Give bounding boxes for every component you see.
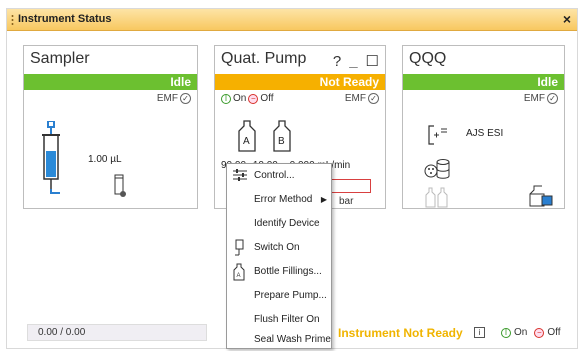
syringe-icon bbox=[42, 121, 60, 194]
instrument-off-icon[interactable]: − bbox=[534, 327, 545, 338]
sampler-emf: EMF ✓ bbox=[157, 93, 191, 104]
menu-item-label: Error Method bbox=[254, 194, 313, 205]
help-button[interactable]: ? bbox=[333, 53, 341, 70]
qqq-panel[interactable]: QQQ Idle EMF ✓ AJS ESI bbox=[402, 45, 565, 209]
qqq-title: QQQ bbox=[409, 50, 447, 67]
footer-on-label: On bbox=[514, 327, 528, 338]
pump-window-controls: ? _ ☐ bbox=[333, 52, 379, 71]
window-titlebar[interactable]: Instrument Status × bbox=[7, 9, 577, 31]
footer-onoff: I On − Off bbox=[501, 327, 561, 338]
menu-item-label: Prepare Pump... bbox=[254, 290, 327, 301]
instrument-on-icon[interactable]: I bbox=[501, 327, 511, 338]
qqq-status-bar: Idle bbox=[403, 74, 564, 90]
menu-item-prepare-pump[interactable]: Prepare Pump... bbox=[227, 284, 331, 308]
waste-container-icon bbox=[529, 185, 553, 207]
sampler-volume: 1.00 µL bbox=[88, 154, 122, 165]
check-circle-icon: ✓ bbox=[547, 93, 558, 104]
qqq-emf: EMF ✓ bbox=[524, 93, 558, 104]
drag-grip-icon[interactable] bbox=[11, 14, 14, 26]
pump-off-label: Off bbox=[260, 93, 274, 104]
vial-icon bbox=[114, 174, 126, 197]
svg-text:A: A bbox=[237, 273, 241, 279]
instrument-status-text: Instrument Not Ready bbox=[338, 326, 463, 340]
window-title: Instrument Status bbox=[18, 13, 112, 25]
menu-item-switch-on[interactable]: Switch On bbox=[227, 236, 331, 260]
bottle-b-label: B bbox=[278, 136, 285, 147]
sliders-icon bbox=[233, 169, 247, 181]
pump-emf-label: EMF bbox=[344, 93, 366, 104]
menu-item-label: Control... bbox=[254, 170, 295, 181]
check-circle-icon: ✓ bbox=[368, 93, 379, 104]
bottle-icon: A bbox=[233, 263, 245, 281]
menu-item-bottle-fillings[interactable]: A Bottle Fillings... bbox=[227, 260, 331, 284]
pump-status-bar: Not Ready bbox=[215, 74, 385, 90]
menu-item-identify-device[interactable]: Identify Device bbox=[227, 212, 331, 236]
maximize-button[interactable]: ☐ bbox=[366, 52, 379, 70]
switch-icon bbox=[235, 239, 244, 256]
ion-source-label: AJS ESI bbox=[466, 128, 504, 139]
bottle-a-label: A bbox=[243, 136, 250, 147]
pump-title: Quat. Pump bbox=[221, 50, 307, 67]
faded-bottle-icon bbox=[425, 187, 448, 208]
minimize-button[interactable]: _ bbox=[349, 53, 357, 70]
menu-item-label: Seal Wash Prime bbox=[254, 334, 331, 345]
pump-onoff: I On − Off bbox=[221, 93, 274, 104]
menu-item-label: Identify Device bbox=[254, 218, 320, 229]
menu-item-label: Bottle Fillings... bbox=[254, 266, 322, 277]
check-circle-icon: ✓ bbox=[180, 93, 191, 104]
pump-emf: EMF ✓ bbox=[345, 93, 379, 104]
menu-item-control[interactable]: Control... bbox=[227, 164, 331, 188]
submenu-arrow-icon: ▶ bbox=[320, 195, 327, 204]
close-button[interactable]: × bbox=[563, 11, 571, 27]
pressure-unit: bar bbox=[339, 196, 354, 207]
pump-context-menu: Control... Error Method ▶ Identify Devic… bbox=[226, 163, 332, 349]
sampler-emf-label: EMF bbox=[156, 93, 178, 104]
sampler-panel[interactable]: Sampler Idle EMF ✓ 1.00 µL bbox=[23, 45, 198, 209]
sampler-status-bar: Idle bbox=[24, 74, 197, 90]
menu-item-label: Flush Filter On bbox=[254, 314, 320, 325]
database-icon bbox=[424, 159, 450, 179]
ion-source-icon bbox=[428, 125, 447, 145]
info-button[interactable]: i bbox=[474, 327, 485, 338]
off-icon[interactable]: − bbox=[248, 93, 259, 104]
on-icon[interactable]: I bbox=[221, 93, 231, 104]
footer-off-label: Off bbox=[547, 327, 561, 338]
menu-item-seal-wash[interactable]: Seal Wash Prime bbox=[227, 328, 331, 351]
run-progress: 0.00 / 0.00 bbox=[27, 324, 207, 341]
qqq-emf-label: EMF bbox=[523, 93, 545, 104]
menu-item-error-method[interactable]: Error Method ▶ bbox=[227, 188, 331, 212]
menu-item-label: Switch On bbox=[254, 242, 300, 253]
pump-on-label: On bbox=[233, 93, 247, 104]
sampler-title: Sampler bbox=[30, 50, 90, 67]
